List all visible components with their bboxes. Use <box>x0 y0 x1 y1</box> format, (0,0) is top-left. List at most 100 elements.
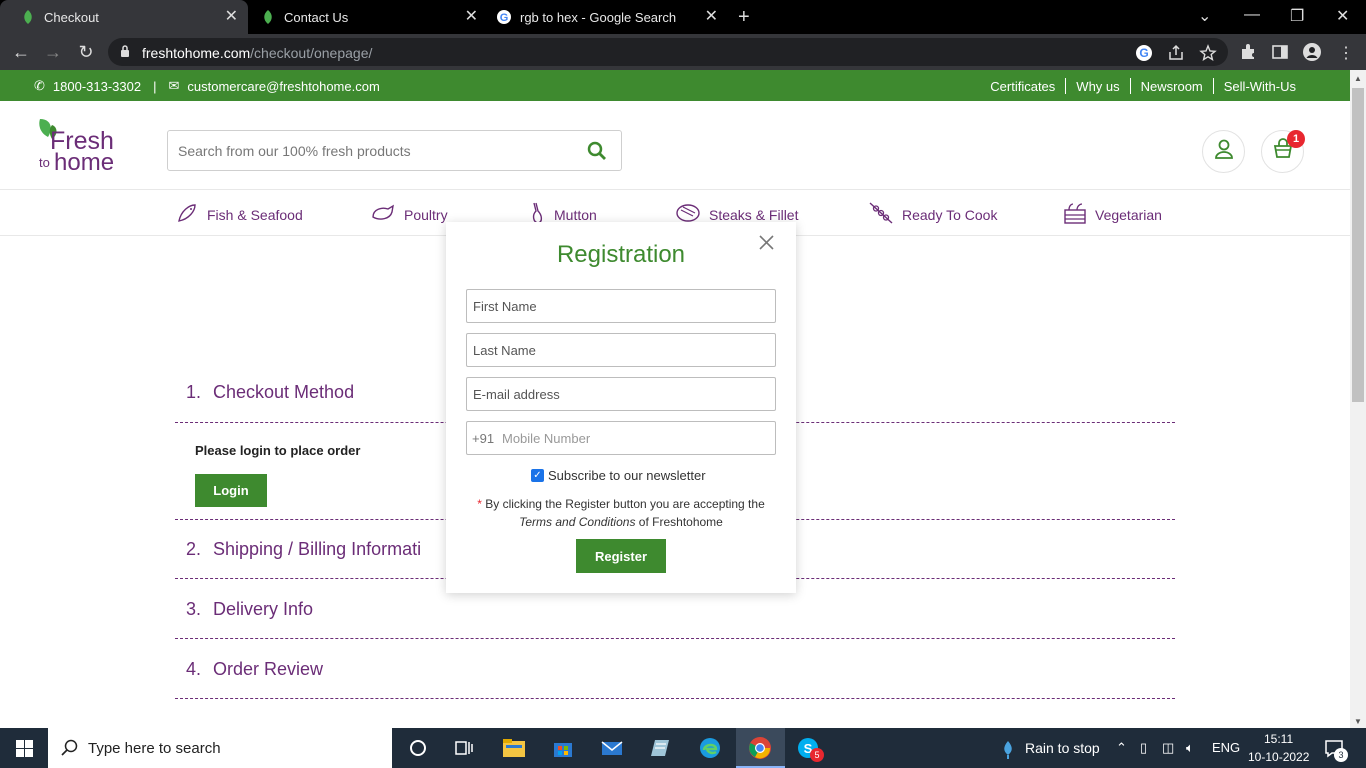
minimize-icon[interactable]: — <box>1244 6 1260 24</box>
close-icon[interactable] <box>758 234 775 251</box>
search-icon[interactable] <box>587 141 607 166</box>
link-newsroom[interactable]: Newsroom <box>1131 79 1213 94</box>
page-scrollbar[interactable]: ▲ ▼ <box>1350 70 1366 728</box>
chicken-icon <box>370 201 396 228</box>
file-explorer-icon[interactable] <box>502 736 526 760</box>
tab-contact-us[interactable]: Contact Us ✕ <box>240 0 488 34</box>
page-viewport: ✆ 1800-313-3302 | ✉ customercare@freshto… <box>0 70 1350 728</box>
windows-start-icon[interactable] <box>16 740 33 762</box>
browser-tab-bar: Checkout ✕ Contact Us ✕ G rgb to hex - G… <box>0 0 1366 34</box>
cart-count-badge: 1 <box>1287 130 1305 148</box>
menu-kebab-icon[interactable]: ⋮ <box>1338 43 1356 62</box>
close-tab-icon[interactable]: ✕ <box>705 9 718 25</box>
clock-time[interactable]: 15:11 <box>1264 732 1293 746</box>
skype-badge: 5 <box>810 748 824 762</box>
tab-search-chevron-icon[interactable]: ⌄ <box>1198 6 1211 26</box>
skewer-icon <box>868 201 894 228</box>
volume-icon[interactable]: 🔈︎ <box>1186 740 1194 756</box>
registration-modal: Registration First Name Last Name E-mail… <box>446 222 796 593</box>
reload-icon[interactable]: ↻ <box>75 42 97 63</box>
mail-icon: ✉ <box>168 78 180 93</box>
terms-notice: * By clicking the Register button you ar… <box>477 497 765 529</box>
phone-number[interactable]: 1800-313-3302 <box>53 79 141 94</box>
freshtohome-logo[interactable]: Fresh to home <box>36 117 116 176</box>
scrollbar-thumb[interactable] <box>1352 88 1364 402</box>
link-why-us[interactable]: Why us <box>1066 79 1129 94</box>
tab-title: Contact Us <box>284 9 349 25</box>
step-title: Checkout Method <box>213 382 355 402</box>
back-icon[interactable]: ← <box>10 42 32 63</box>
google-lens-icon[interactable]: G <box>1135 44 1153 62</box>
tab-google-search[interactable]: G rgb to hex - Google Search ✕ <box>476 0 728 34</box>
step-title: Order Review <box>213 659 324 679</box>
extensions-icon[interactable] <box>1239 43 1257 61</box>
address-toolbar: ← → ↻ freshtohome.com/checkout/onepage/ … <box>0 34 1366 70</box>
search-icon <box>61 739 79 762</box>
tab-checkout[interactable]: Checkout ✕ <box>0 0 248 34</box>
clock-date[interactable]: 10-10-2022 <box>1248 750 1309 764</box>
category-poultry[interactable]: Poultry <box>370 201 448 228</box>
side-panel-icon[interactable] <box>1271 43 1289 61</box>
battery-icon[interactable]: ▯ <box>1140 740 1147 756</box>
link-certificates[interactable]: Certificates <box>980 79 1065 94</box>
lock-icon[interactable] <box>120 45 130 63</box>
close-window-icon[interactable]: ✕ <box>1336 6 1349 26</box>
close-tab-icon[interactable]: ✕ <box>225 9 238 25</box>
bookmark-star-icon[interactable] <box>1199 44 1217 62</box>
last-name-field[interactable]: Last Name <box>466 333 776 367</box>
newsletter-checkbox[interactable]: ✓ Subscribe to our newsletter <box>531 468 706 483</box>
tab-title: Checkout <box>44 9 99 25</box>
site-header: Fresh to home Search from our 100% fresh… <box>0 101 1350 190</box>
url-text: freshtohome.com/checkout/onepage/ <box>142 45 373 61</box>
share-icon[interactable] <box>1167 44 1185 62</box>
edge-browser-icon[interactable] <box>698 736 722 760</box>
network-icon[interactable]: ◫ <box>1162 740 1174 756</box>
microsoft-store-icon[interactable] <box>551 736 575 760</box>
svg-text:G: G <box>1139 46 1148 60</box>
category-fish-seafood[interactable]: Fish & Seafood <box>175 201 303 228</box>
country-code: +91 <box>472 431 495 446</box>
mail-app-icon[interactable] <box>600 736 624 760</box>
register-button[interactable]: Register <box>576 539 666 573</box>
fish-icon <box>175 201 199 228</box>
vegetable-crate-icon <box>1063 201 1087 228</box>
link-sell-with-us[interactable]: Sell-With-Us <box>1214 79 1306 94</box>
svg-text:G: G <box>500 12 509 24</box>
weather-text[interactable]: Rain to stop <box>1025 740 1100 756</box>
new-tab-icon[interactable]: + <box>738 6 750 29</box>
address-bar[interactable]: freshtohome.com/checkout/onepage/ G <box>108 38 1228 66</box>
support-email[interactable]: customercare@freshtohome.com <box>187 79 379 94</box>
step-order-review[interactable]: 4. Order Review <box>175 639 1175 699</box>
restore-icon[interactable]: ❐ <box>1290 6 1304 26</box>
email-field[interactable]: E-mail address <box>466 377 776 411</box>
checkbox-checked-icon[interactable]: ✓ <box>531 469 544 482</box>
taskbar-search-input[interactable]: Type here to search <box>48 728 392 768</box>
first-name-field[interactable]: First Name <box>466 289 776 323</box>
account-button[interactable] <box>1202 130 1245 173</box>
profile-icon[interactable] <box>1303 43 1321 61</box>
phone-icon: ✆ <box>34 78 45 93</box>
mobile-number-field[interactable]: +91 Mobile Number <box>466 421 776 455</box>
terms-link[interactable]: Terms and Conditions <box>519 515 635 529</box>
weather-icon[interactable] <box>1000 739 1016 764</box>
chrome-taskbar-button[interactable] <box>736 728 785 768</box>
forward-icon[interactable]: → <box>42 42 64 63</box>
tab-title: rgb to hex - Google Search <box>520 9 677 25</box>
google-favicon-icon: G <box>496 9 512 25</box>
search-input[interactable]: Search from our 100% fresh products <box>167 130 622 171</box>
cortana-icon[interactable] <box>406 736 430 760</box>
language-indicator[interactable]: ENG <box>1212 740 1240 755</box>
category-ready-to-cook[interactable]: Ready To Cook <box>868 201 997 228</box>
category-vegetarian[interactable]: Vegetarian <box>1063 201 1162 228</box>
scroll-down-icon[interactable]: ▼ <box>1354 717 1362 726</box>
chrome-browser-icon <box>748 736 772 760</box>
notepad-app-icon[interactable] <box>649 736 673 760</box>
user-icon <box>1213 138 1235 165</box>
step-title: Shipping / Billing Informati <box>213 539 422 559</box>
show-hidden-icons-icon[interactable]: ⌃ <box>1116 740 1127 756</box>
step-title: Delivery Info <box>213 599 314 619</box>
freshtohome-favicon-icon <box>260 9 276 25</box>
task-view-icon[interactable] <box>452 736 476 760</box>
scroll-up-icon[interactable]: ▲ <box>1354 74 1362 83</box>
notification-count-badge: 3 <box>1334 748 1348 762</box>
